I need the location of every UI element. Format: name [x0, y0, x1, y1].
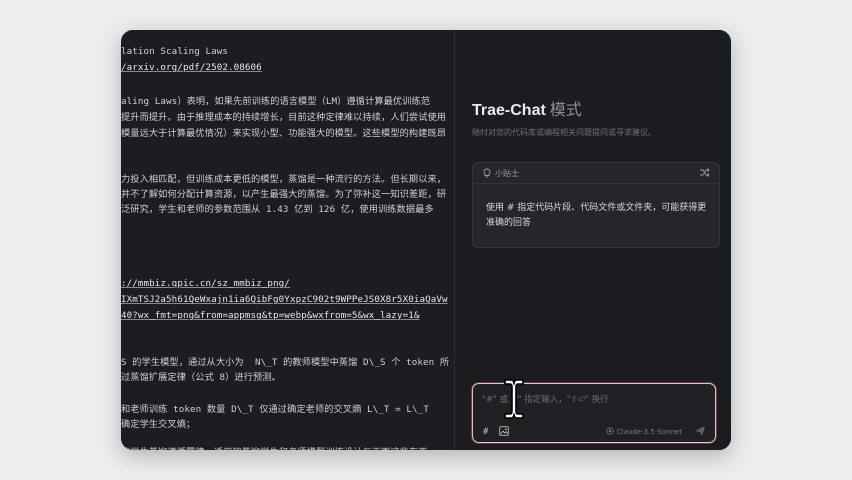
editor-text-line: 确定学生交叉熵；: [121, 419, 196, 430]
model-selector[interactable]: Claude-3.5-Sonnet: [606, 427, 682, 436]
editor-text-line: 力投入相匹配，但训练成本更低的模型，蒸馏是一种流行的方法。但长期以来，: [121, 174, 447, 185]
editor-link-line[interactable]: 40?wx_fmt=png&from=appmsg&tp=webp&wxfrom…: [121, 310, 419, 321]
chat-subtitle: 随时对您的代码库或编程相关问题提问或寻求建议。: [472, 128, 656, 137]
tip-header: 小贴士: [473, 163, 719, 184]
image-icon[interactable]: [499, 426, 509, 436]
editor-text-line: 的学生蒸馏遵循幂律，适用的蒸馏学生和老师模型训练设计与下面这些东西: [121, 444, 428, 450]
tip-label: 小贴士: [495, 169, 519, 178]
editor-link-line[interactable]: IXmTSJ2a5h61QeWxajn1ia6QibFg0YxpzC902t9W…: [121, 294, 448, 305]
chat-title-name: Trae-Chat: [472, 102, 546, 119]
editor-text-line: 并不了解如何分配计算资源，以产生最强大的蒸馏。为了弥补这一知识差距，研: [121, 189, 447, 200]
editor-text-line: S 的学生模型，通过从大小为 N\_T 的教师模型中蒸馏 D\_S 个 toke…: [121, 357, 450, 368]
editor-text-line: 泛研究，学生和老师的参数范围从 1.43 亿到 126 亿，使用训练数据最多: [121, 204, 434, 215]
text-cursor-icon: [504, 379, 524, 419]
app-window: lation Scaling Laws/arxiv.org/pdf/2502.0…: [121, 30, 731, 450]
lightbulb-icon: [483, 168, 491, 178]
editor-text-line: 和老师训练 token 数量 D\_T 仅通过确定老师的交叉熵 L\_T = L…: [121, 404, 429, 415]
model-name: Claude-3.5-Sonnet: [616, 428, 682, 436]
chat-input-placeholder: "#" 或 "/" 指定输入，"⇧⏎" 换行: [482, 395, 609, 405]
editor-text-line: lation Scaling Laws: [121, 46, 228, 57]
hash-context-button[interactable]: #: [483, 427, 488, 437]
model-icon: [606, 427, 614, 435]
editor-pane[interactable]: lation Scaling Laws/arxiv.org/pdf/2502.0…: [121, 30, 454, 450]
editor-link-line[interactable]: ://mmbiz.qpic.cn/sz_mmbiz_png/: [121, 278, 290, 289]
tip-card: 小贴士 使用 # 指定代码片段、代码文件或文件夹，可能获得更准确的回答: [472, 162, 720, 248]
shuffle-icon[interactable]: [699, 167, 710, 178]
editor-text-line: aling Laws）表明，如果先前训练的语言模型（LM）遵循计算最优训练范: [121, 96, 431, 107]
send-icon[interactable]: [694, 425, 706, 437]
chat-title-mode: 模式: [549, 102, 582, 119]
editor-text-line: 过蒸馏扩展定律（公式 8）进行预测。: [121, 372, 281, 383]
editor-link-line[interactable]: /arxiv.org/pdf/2502.08606: [121, 62, 262, 73]
tip-text: 使用 # 指定代码片段、代码文件或文件夹，可能获得更准确的回答: [486, 203, 707, 228]
editor-text-line: 模量远大于计算最优情况）来实现小型、功能强大的模型。这些模型的构建既昂: [121, 128, 447, 139]
chat-title: Trae-Chat 模式: [472, 96, 582, 120]
chat-panel: Trae-Chat 模式 随时对您的代码库或编程相关问题提问或寻求建议。 小贴士 …: [455, 30, 731, 450]
editor-text-line: 提升而提升。由于推理成本的持续增长，目前这种定律难以持续，人们尝试使用: [121, 112, 447, 123]
